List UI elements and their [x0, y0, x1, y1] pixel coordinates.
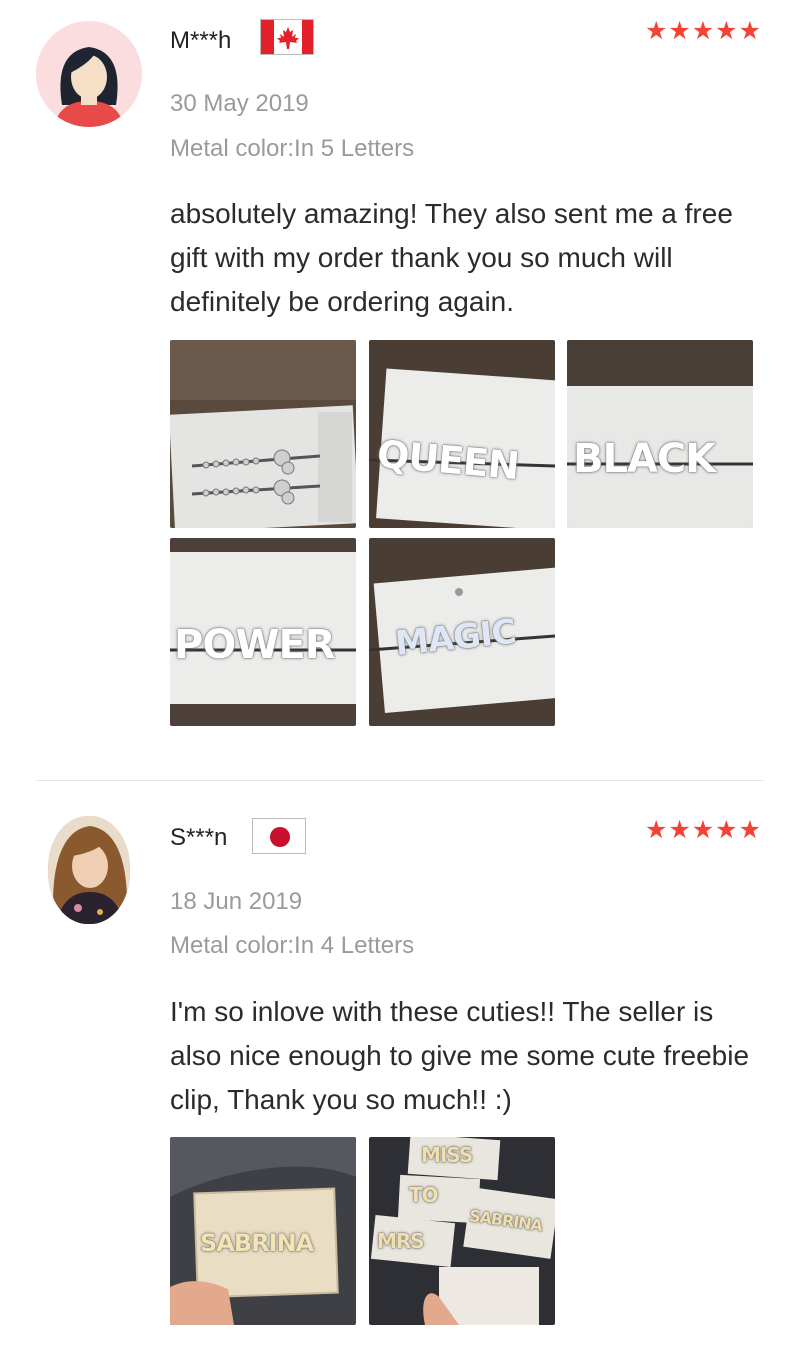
review-text: I'm so inlove with these cuties!! The se… — [170, 996, 750, 1115]
product-variant: Metal color:In 4 Letters — [170, 932, 415, 959]
photo-magic[interactable]: MAGIC — [369, 538, 555, 726]
photo-label: MISS — [421, 1143, 473, 1167]
canada-flag-icon — [260, 19, 314, 55]
review-text: absolutely amazing! They also sent me a … — [170, 198, 733, 317]
photo-label: BLACK — [573, 436, 716, 482]
female-avatar-icon[interactable] — [36, 21, 142, 127]
photo-hairpins[interactable] — [170, 340, 356, 528]
review-date: 30 May 2019 — [170, 90, 309, 117]
japan-flag-icon — [252, 818, 306, 854]
star-rating: ★★★★★ — [644, 17, 762, 45]
reviewer-name: M***h — [170, 27, 232, 54]
review-divider — [36, 780, 764, 781]
product-variant: Metal color:In 5 Letters — [170, 135, 415, 162]
photo-label: TO — [409, 1183, 439, 1207]
review-card: S***n ★★★★★ 18 Jun 2019 Metal color:In 4… — [0, 782, 800, 1357]
review-date: 18 Jun 2019 — [170, 888, 303, 915]
photo-label: MRS — [377, 1229, 425, 1253]
photo-miss-to-mrs[interactable]: MISS TO MRS SABRINA — [369, 1137, 555, 1325]
photo-black[interactable]: BLACK — [567, 340, 753, 528]
photo-sabrina[interactable]: SABRINA — [170, 1137, 356, 1325]
star-rating: ★★★★★ — [644, 816, 762, 844]
photo-queen[interactable]: QUEEN — [369, 340, 555, 528]
photo-power[interactable]: POWER — [170, 538, 356, 726]
reviewer-name: S***n — [170, 824, 228, 851]
review-card: M***h ★★★★★ 30 May 2019 Metal color:In 5… — [0, 0, 800, 780]
photo-label: SABRINA — [200, 1229, 314, 1257]
photo-label: POWER — [174, 622, 336, 668]
user-photo-avatar[interactable] — [48, 816, 130, 924]
